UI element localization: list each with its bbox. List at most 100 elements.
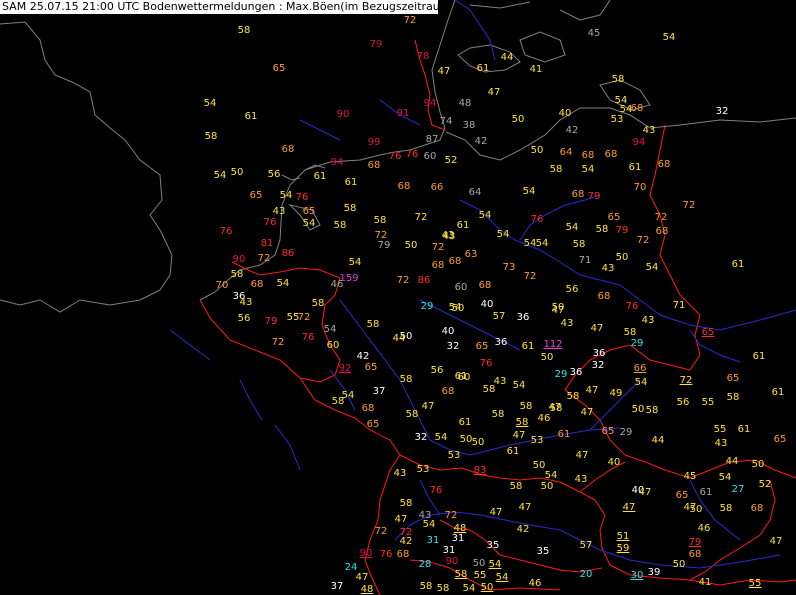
gust-reading: 79 xyxy=(369,39,383,50)
gust-reading: 43 xyxy=(601,263,615,274)
gust-reading: 46 xyxy=(697,523,711,534)
gust-reading: 47 xyxy=(489,507,503,518)
gust-reading: 58 xyxy=(482,384,496,395)
gust-reading: 45 xyxy=(683,471,697,482)
gust-reading: 50 xyxy=(689,504,703,515)
gust-reading: 61 xyxy=(476,63,490,74)
gust-reading: 58 xyxy=(726,392,740,403)
gust-reading: 94 xyxy=(632,137,646,148)
gust-reading: 65 xyxy=(675,490,689,501)
gust-reading: 58 xyxy=(719,503,733,514)
gust-reading: 72 xyxy=(297,312,311,323)
gust-reading: 30 xyxy=(630,570,644,581)
gust-reading: 47 xyxy=(638,487,652,498)
gust-reading: 61 xyxy=(699,487,713,498)
gust-reading: 76 xyxy=(405,149,419,160)
gust-reading: 71 xyxy=(672,300,686,311)
gust-reading: 68 xyxy=(397,181,411,192)
gust-reading: 72 xyxy=(257,253,271,264)
gust-reading: 50 xyxy=(451,303,465,314)
gust-reading: 47 xyxy=(590,323,604,334)
gust-reading: 68 xyxy=(361,403,375,414)
gust-reading: 58 xyxy=(405,409,419,420)
gust-reading: 61 xyxy=(737,424,751,435)
gust-reading: 58 xyxy=(566,391,580,402)
gust-reading: 65 xyxy=(249,190,263,201)
gust-reading: 72 xyxy=(403,15,417,26)
gust-reading: 73 xyxy=(502,262,516,273)
gust-reading: 43 xyxy=(393,468,407,479)
gust-reading: 44 xyxy=(651,435,665,446)
gust-reading: 53 xyxy=(416,464,430,475)
gust-reading: 90 xyxy=(445,556,459,567)
gust-reading: 61 xyxy=(628,162,642,173)
gust-reading: 79 xyxy=(587,191,601,202)
gust-reading: 43 xyxy=(493,376,507,387)
gust-reading: 50 xyxy=(472,558,486,569)
gust-reading: 44 xyxy=(392,333,406,344)
gust-reading: 47 xyxy=(421,401,435,412)
gust-reading: 29 xyxy=(420,301,434,312)
gust-reading: 68 xyxy=(571,189,585,200)
gust-reading: 50 xyxy=(230,167,244,178)
gust-reading: 65 xyxy=(601,426,615,437)
gust-reading: 63 xyxy=(464,249,478,260)
gust-reading: 50 xyxy=(471,437,485,448)
gust-reading: 54 xyxy=(422,519,436,530)
gust-reading: 112 xyxy=(543,339,563,350)
gust-reading: 72 xyxy=(271,337,285,348)
gust-reading: 61 xyxy=(313,171,327,182)
gust-reading: 72 xyxy=(654,212,668,223)
gust-reading: 64 xyxy=(559,147,573,158)
gust-reading: 90 xyxy=(359,548,373,559)
gust-reading: 54 xyxy=(634,377,648,388)
gust-reading: 27 xyxy=(731,484,745,495)
gust-reading: 36 xyxy=(569,367,583,378)
gust-reading: 41 xyxy=(698,577,712,588)
gust-reading: 43 xyxy=(418,510,432,521)
gust-reading: 50 xyxy=(540,481,554,492)
gust-reading: 47 xyxy=(769,536,783,547)
gust-reading: 65 xyxy=(475,341,489,352)
gust-reading: 46 xyxy=(528,578,542,589)
gust-reading: 68 xyxy=(604,149,618,160)
gust-reading: 68 xyxy=(630,103,644,114)
gust-reading: 35 xyxy=(536,546,550,557)
gust-reading: 66 xyxy=(633,363,647,374)
gust-reading: 47 xyxy=(437,66,451,77)
gust-reading: 55 xyxy=(748,578,762,589)
gust-reading: 54 xyxy=(323,324,337,335)
gust-reading: 72 xyxy=(374,526,388,537)
gust-reading: 79 xyxy=(264,316,278,327)
gust-reading: 43 xyxy=(641,315,655,326)
gust-reading: 48 xyxy=(458,98,472,109)
gust-reading: 72 xyxy=(679,375,693,386)
gust-reading: 61 xyxy=(244,111,258,122)
gust-reading: 47 xyxy=(585,385,599,396)
gust-reading: 61 xyxy=(731,259,745,270)
gust-reading: 79 xyxy=(688,537,702,548)
gust-reading: 42 xyxy=(356,351,370,362)
gust-reading: 50 xyxy=(631,404,645,415)
gust-reading: 68 xyxy=(250,279,264,290)
gust-reading: 58 xyxy=(519,401,533,412)
gust-reading: 68 xyxy=(396,549,410,560)
gust-reading: 45 xyxy=(587,28,601,39)
gust-reading: 58 xyxy=(645,405,659,416)
gust-reading: 54 xyxy=(203,98,217,109)
gust-reading: 50 xyxy=(672,559,686,570)
gust-reading: 43 xyxy=(239,297,253,308)
gust-reading: 31 xyxy=(426,535,440,546)
gust-reading: 42 xyxy=(565,125,579,136)
gust-reading: 76 xyxy=(429,485,443,496)
gust-reading: 76 xyxy=(479,358,493,369)
gust-reading: 48 xyxy=(360,584,374,595)
gust-reading: 47 xyxy=(580,407,594,418)
gust-reading: 68 xyxy=(655,226,669,237)
gust-reading: 61 xyxy=(506,446,520,457)
gust-reading: 56 xyxy=(430,365,444,376)
gust-reading: 54 xyxy=(662,32,676,43)
gust-reading: 55 xyxy=(701,397,715,408)
gust-reading: 58 xyxy=(454,569,468,580)
gust-reading: 59 xyxy=(616,543,630,554)
